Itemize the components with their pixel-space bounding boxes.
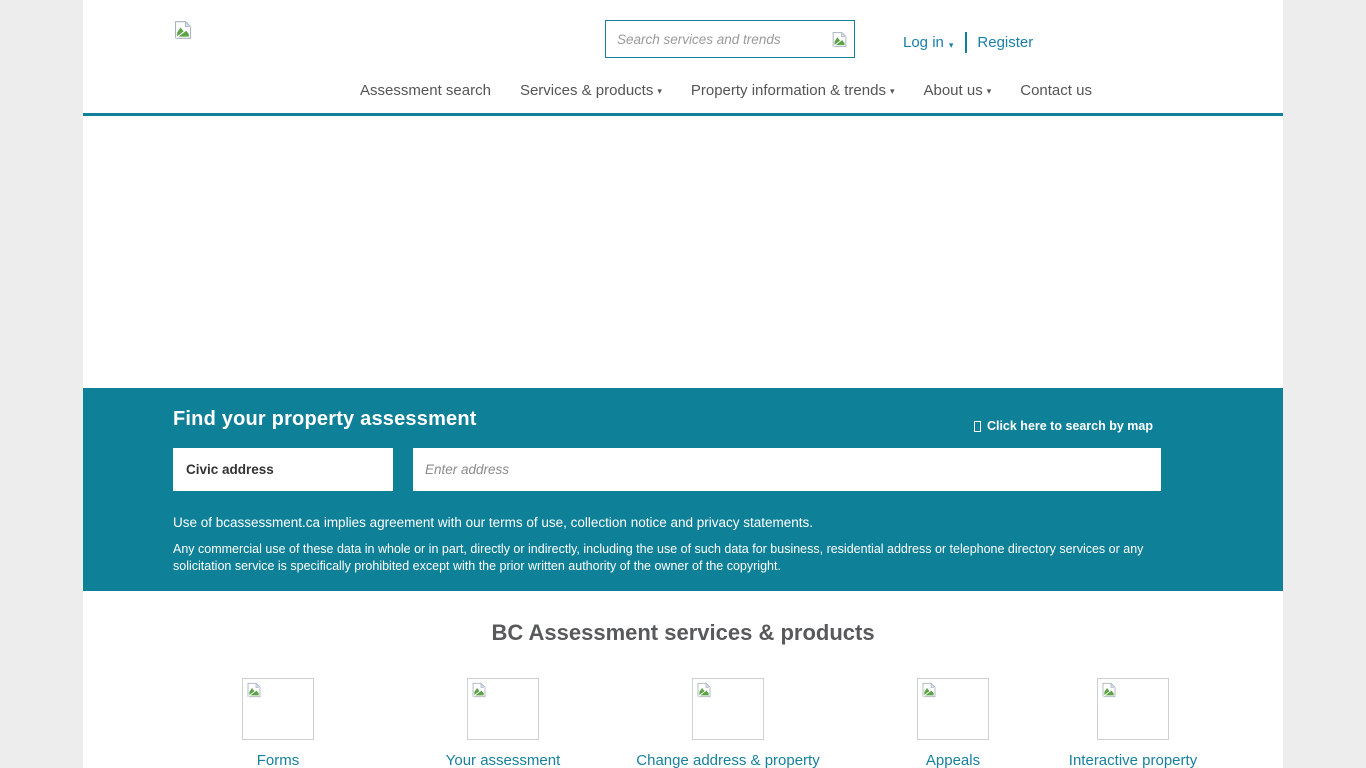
map-icon	[974, 421, 981, 432]
nav-item-assessment-search[interactable]: Assessment search	[360, 82, 491, 99]
search-button[interactable]	[824, 24, 854, 54]
service-item-forms[interactable]: Forms	[203, 678, 353, 768]
divider	[965, 32, 967, 53]
broken-image-icon	[831, 31, 848, 48]
service-label: Interactive property	[1069, 752, 1197, 768]
commercial-use-disclaimer: Any commercial use of these data in whol…	[173, 541, 1173, 575]
nav-item-label: About us	[923, 82, 982, 99]
services-row: Forms Your assessment	[83, 678, 1283, 768]
service-item-your-assessment[interactable]: Your assessment	[428, 678, 578, 768]
login-link[interactable]: Log in ▾	[903, 34, 953, 51]
service-label: Appeals	[926, 752, 980, 768]
service-label: Your assessment	[446, 752, 561, 768]
nav-item-label: Property information & trends	[691, 82, 886, 99]
service-image-placeholder	[1097, 678, 1169, 740]
login-label: Log in	[903, 34, 944, 51]
property-assessment-banner: Find your property assessment Click here…	[83, 388, 1283, 591]
nav-item-services-products[interactable]: Services & products ▾	[520, 82, 662, 99]
map-link-label: Click here to search by map	[987, 419, 1153, 433]
services-heading: BC Assessment services & products	[83, 620, 1283, 646]
service-item-appeals[interactable]: Appeals	[878, 678, 1028, 768]
broken-image-icon	[1101, 682, 1117, 698]
chevron-down-icon: ▾	[987, 86, 992, 96]
register-link[interactable]: Register	[977, 34, 1033, 51]
nav-item-property-information-trends[interactable]: Property information & trends ▾	[691, 82, 895, 99]
site-search	[605, 20, 855, 58]
service-image-placeholder	[917, 678, 989, 740]
service-image-placeholder	[467, 678, 539, 740]
chevron-down-icon: ▾	[657, 86, 662, 96]
service-item-change-address[interactable]: Change address & property	[653, 678, 803, 768]
search-input[interactable]	[606, 32, 824, 47]
account-links: Log in ▾ Register	[903, 30, 1033, 54]
broken-image-icon	[246, 682, 262, 698]
search-type-select[interactable]: Civic address	[173, 448, 393, 491]
page-content: Log in ▾ Register Assessment search Servi…	[83, 0, 1283, 768]
search-by-map-link[interactable]: Click here to search by map	[974, 419, 1153, 433]
address-finder-row: Civic address	[173, 448, 1193, 491]
service-image-placeholder	[242, 678, 314, 740]
broken-image-icon	[921, 682, 937, 698]
main-nav: Assessment search Services & products ▾ P…	[126, 82, 1326, 99]
address-input[interactable]	[413, 448, 1161, 491]
terms-disclaimer: Use of bcassessment.ca implies agreement…	[173, 515, 1193, 530]
service-image-placeholder	[692, 678, 764, 740]
broken-image-icon	[471, 682, 487, 698]
chevron-down-icon: ▾	[949, 40, 954, 50]
broken-image-icon	[696, 682, 712, 698]
service-item-interactive-property[interactable]: Interactive property	[1103, 678, 1163, 768]
hero-empty-area	[83, 116, 1283, 388]
nav-item-about-us[interactable]: About us ▾	[923, 82, 991, 99]
site-header: Log in ▾ Register Assessment search Servi…	[83, 0, 1283, 116]
service-label: Forms	[257, 752, 300, 768]
nav-item-label: Services & products	[520, 82, 653, 99]
logo-broken-image-icon[interactable]	[173, 20, 193, 40]
chevron-down-icon: ▾	[890, 86, 895, 96]
service-label: Change address & property	[636, 752, 819, 768]
broken-image-icon	[173, 20, 193, 40]
nav-item-contact-us[interactable]: Contact us	[1020, 82, 1092, 99]
